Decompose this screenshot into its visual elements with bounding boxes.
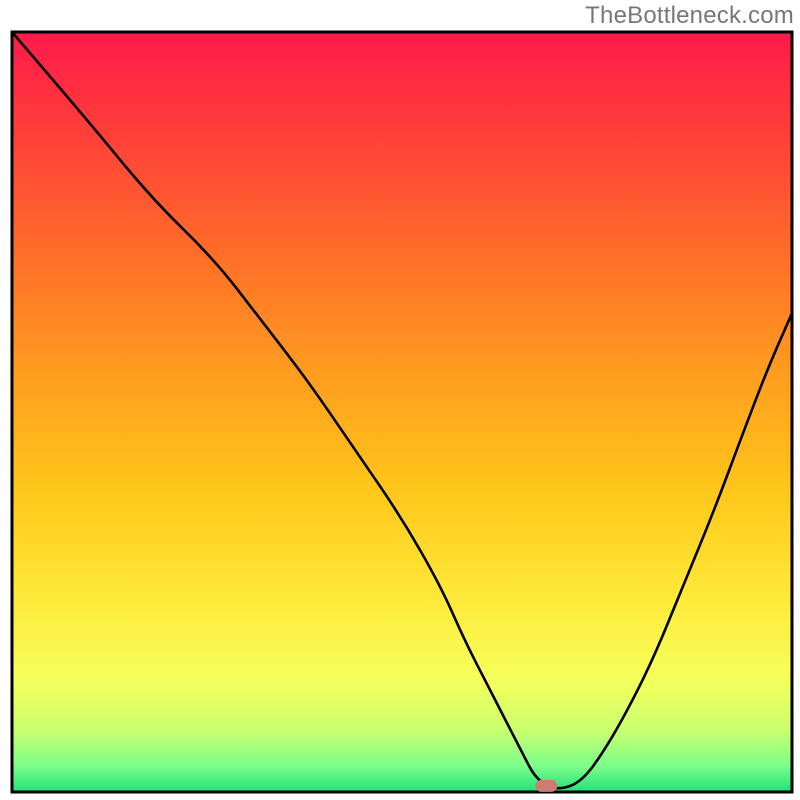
plot-background (12, 32, 792, 792)
minimum-marker (535, 780, 557, 792)
chart-svg (0, 0, 800, 800)
watermark-text: TheBottleneck.com (585, 2, 794, 30)
chart-stage: TheBottleneck.com (0, 0, 800, 800)
